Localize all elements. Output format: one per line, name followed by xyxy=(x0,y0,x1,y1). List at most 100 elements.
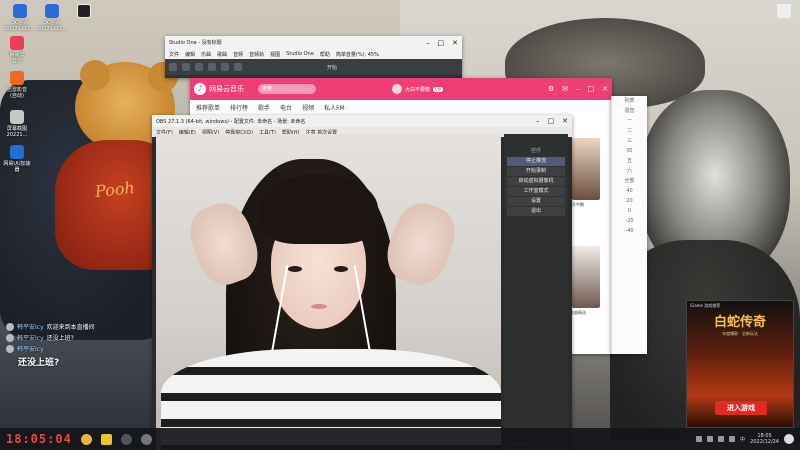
nav-item[interactable]: 排行榜 xyxy=(230,103,248,112)
user-area[interactable]: 大白不要糖 VIP xyxy=(392,84,444,94)
mixer-row[interactable]: 全部 xyxy=(612,176,647,186)
chrome-icon[interactable] xyxy=(80,433,92,445)
menu-item[interactable]: 帮助 xyxy=(320,51,330,58)
ad-subtitle: 年度爆款 · 全新玩法 xyxy=(722,331,758,336)
tray-icon[interactable] xyxy=(696,436,703,442)
mute-tool-icon[interactable] xyxy=(221,63,229,71)
wallpaper-bear-ear xyxy=(80,60,110,90)
tray-icon[interactable] xyxy=(707,436,714,442)
playlist-card[interactable] xyxy=(572,138,600,200)
window-controls: ⚙ ✉ – □ ✕ xyxy=(548,85,608,93)
menu-item[interactable]: 视图 xyxy=(270,51,280,58)
toolbar-start-label[interactable]: 开始 xyxy=(327,64,337,71)
virtual-camera-button[interactable]: 启动虚拟摄像机 xyxy=(507,177,565,186)
menu-item[interactable]: 编辑 xyxy=(185,51,195,58)
desktop-icon-screenshot[interactable]: 屏幕截图 20221... xyxy=(0,110,35,138)
chat-text: 还没上班? xyxy=(46,335,74,342)
netease-logo-icon: ♪ xyxy=(194,83,206,95)
enter-game-button[interactable]: 进入游戏 xyxy=(715,401,767,415)
avatar[interactable] xyxy=(392,84,402,94)
desktop-icon-app[interactable] xyxy=(66,4,102,20)
desktop-icon-label: 网易云 音乐 xyxy=(9,52,25,64)
start-recording-button[interactable]: 开始录制 xyxy=(507,167,565,176)
card-caption[interactable]: 开中鹏 xyxy=(572,202,584,208)
desktop-icon-file[interactable] xyxy=(766,4,800,20)
mixer-row[interactable]: 四 xyxy=(612,146,647,156)
nav-item[interactable]: 推荐歌单 xyxy=(196,103,220,112)
obs-titlebar: OBS 27.1.3 (64-bit, windows) - 配置文件: 未命名… xyxy=(152,115,572,127)
mixer-row[interactable]: 六 xyxy=(612,166,647,176)
notification-icon[interactable] xyxy=(784,434,794,444)
close-icon[interactable]: ✕ xyxy=(562,117,568,125)
listen-tool-icon[interactable] xyxy=(234,63,242,71)
mixer-row[interactable]: 列表 xyxy=(612,96,647,106)
nav-item[interactable]: 私人FM xyxy=(324,103,345,112)
mixer-row[interactable]: 一 xyxy=(612,116,647,126)
desktop-icon-qq-image-2[interactable]: QQ图片 20221212... xyxy=(34,4,70,32)
tray-clock[interactable]: 18:05 2022/12/24 xyxy=(750,433,779,445)
volume-icon[interactable] xyxy=(729,436,736,442)
menu-item[interactable]: 乐曲 xyxy=(201,51,211,58)
maximize-icon[interactable]: □ xyxy=(438,39,445,47)
menu-item[interactable]: Studio One xyxy=(286,51,314,57)
file-icon xyxy=(777,4,791,18)
desktop-icon-label: QQ图片 20221212... xyxy=(36,20,68,32)
arrow-tool-icon[interactable] xyxy=(169,63,177,71)
pencil-tool-icon[interactable] xyxy=(182,63,190,71)
mail-icon[interactable]: ✉ xyxy=(562,85,568,93)
menu-item[interactable]: 音频 xyxy=(233,51,243,58)
playlist-card[interactable] xyxy=(572,246,600,308)
vip-badge[interactable]: VIP xyxy=(433,86,444,92)
controls-header: 控件 xyxy=(507,147,565,156)
minimize-icon[interactable]: – xyxy=(426,39,430,47)
settings-icon[interactable]: ⚙ xyxy=(548,85,554,93)
menu-item[interactable]: 歌曲 xyxy=(217,51,227,58)
chat-line: 韩平安Icy 还没上班? xyxy=(6,333,156,342)
desktop-icon-label: 屏幕截图 20221... xyxy=(6,126,28,138)
image-file-icon xyxy=(10,110,24,124)
chat-line: 韩平安Icy 欢迎来到本直播间 xyxy=(6,322,156,331)
nav-item[interactable]: 视频 xyxy=(302,103,314,112)
split-tool-icon[interactable] xyxy=(208,63,216,71)
folder-icon[interactable] xyxy=(100,433,112,445)
desktop-icon-label: QQ图片 20221212... xyxy=(4,20,36,32)
desktop-icon-qq-image-1[interactable]: QQ图片 20221212... xyxy=(2,4,38,32)
menu-item[interactable]: 文件 xyxy=(169,51,179,58)
stop-stream-button[interactable]: 停止推流 xyxy=(507,157,565,166)
obs-preview[interactable] xyxy=(156,134,501,450)
desktop-icon-netease[interactable]: 网易云 音乐 xyxy=(0,36,35,64)
close-icon[interactable]: ✕ xyxy=(452,39,458,47)
maximize-icon[interactable]: □ xyxy=(588,85,595,93)
video-player-icon xyxy=(10,71,24,85)
menu-item[interactable]: 音频轨 xyxy=(249,51,264,58)
close-icon[interactable]: ✕ xyxy=(602,85,608,93)
studio-mode-button[interactable]: 工作室模式 xyxy=(507,187,565,196)
exit-button[interactable]: 退出 xyxy=(507,207,565,216)
eraser-tool-icon[interactable] xyxy=(195,63,203,71)
minimize-icon[interactable]: – xyxy=(576,85,580,93)
minimize-icon[interactable]: – xyxy=(536,117,540,125)
app-icon[interactable] xyxy=(140,433,152,445)
network-icon[interactable] xyxy=(718,436,725,442)
ad-label: iGame 游戏推荐 xyxy=(690,303,721,308)
input-language[interactable]: 中 xyxy=(740,436,745,443)
desktop-icon-player[interactable]: 迅雷影音 (自动) xyxy=(0,71,35,99)
nav-item[interactable]: 歌手 xyxy=(258,103,270,112)
card-caption[interactable]: 本曲精选 xyxy=(570,310,586,316)
mixer-row[interactable]: 二 xyxy=(612,126,647,136)
mixer-row[interactable]: 三 xyxy=(612,136,647,146)
nav-item[interactable]: 电台 xyxy=(280,103,292,112)
preview-bangs xyxy=(260,174,378,244)
desktop-icon-label: 迅雷影音 (自动) xyxy=(6,87,27,99)
username[interactable]: 大白不要糖 xyxy=(405,86,430,93)
desktop-icon-uu[interactable]: 网易UU加速器 xyxy=(0,145,35,173)
preview-lips xyxy=(311,304,327,309)
settings-button[interactable]: 设置 xyxy=(507,197,565,206)
window-controls: – □ ✕ xyxy=(536,117,568,125)
maximize-icon[interactable]: □ xyxy=(548,117,555,125)
mixer-row[interactable]: 混音 xyxy=(612,106,647,116)
game-ad[interactable]: iGame 游戏推荐 白蛇传奇 年度爆款 · 全新玩法 进入游戏 xyxy=(686,300,794,428)
mixer-row[interactable]: 五 xyxy=(612,156,647,166)
search-input[interactable]: 搜索 xyxy=(258,84,316,94)
app-icon[interactable] xyxy=(120,433,132,445)
